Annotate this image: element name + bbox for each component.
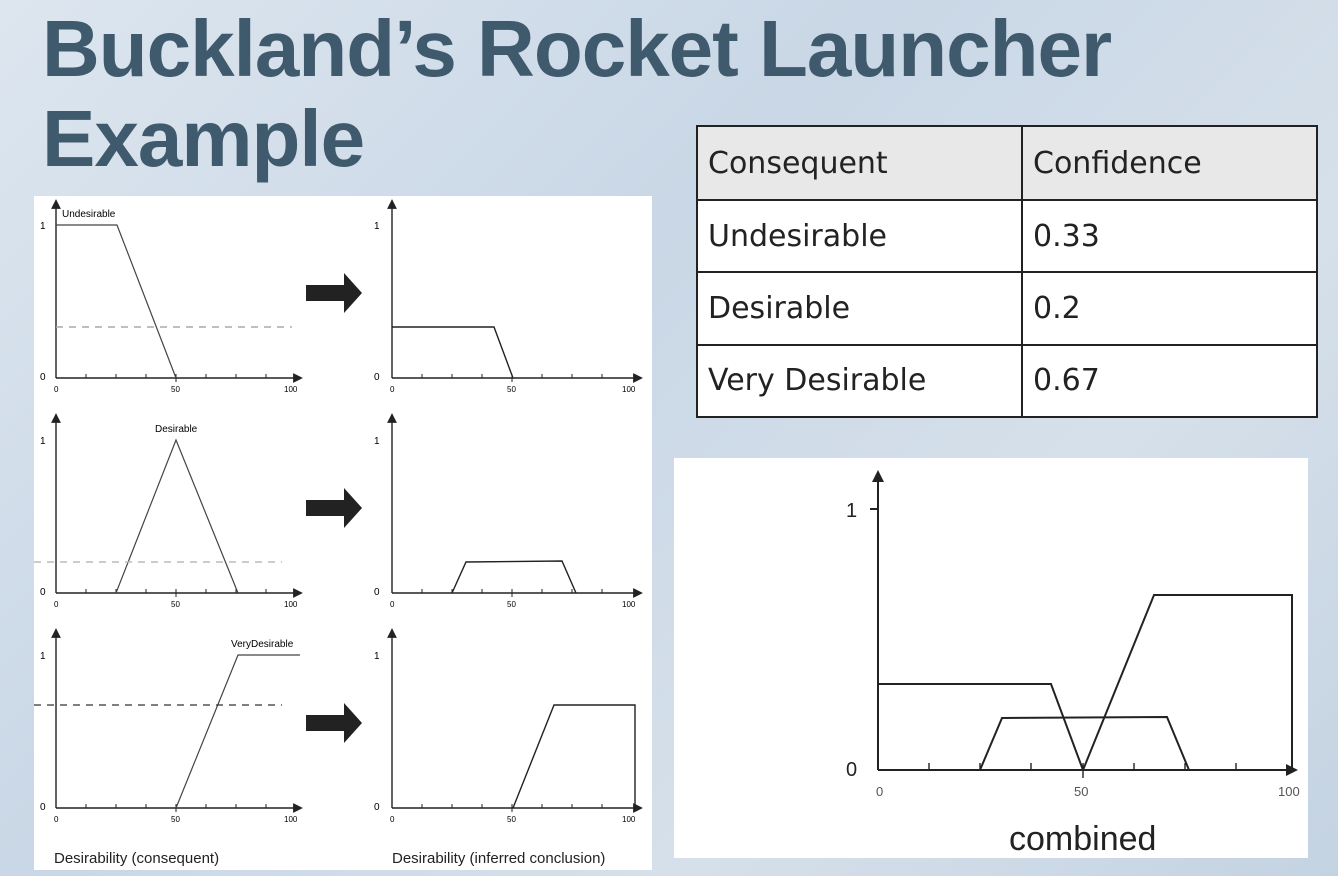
x-tick-100: 100	[284, 600, 298, 609]
x-tick-0: 0	[54, 815, 59, 824]
x-tick-50: 50	[507, 815, 516, 824]
undesirable-label: Undesirable	[62, 209, 116, 220]
y-tick-0: 0	[374, 587, 380, 598]
y-tick-1: 1	[374, 651, 380, 662]
table-cell-consequent: Desirable	[696, 271, 1023, 346]
combined-caption: combined	[1009, 820, 1156, 858]
y-tick-0: 0	[374, 372, 380, 383]
x-tick-50: 50	[507, 385, 516, 394]
x-tick-100: 100	[622, 815, 636, 824]
very-desirable-label: VeryDesirable	[231, 639, 294, 650]
right-caption: Desirability (inferred conclusion)	[392, 850, 605, 867]
x-tick-100: 100	[284, 385, 298, 394]
confidence-table: Consequent Confidence Undesirable 0.33 D…	[696, 124, 1318, 419]
table-cell-consequent: Undesirable	[696, 199, 1023, 274]
arrow-right-icon	[306, 703, 362, 743]
x-tick-100: 100	[622, 600, 636, 609]
x-tick-100: 100	[284, 815, 298, 824]
x-tick-50: 50	[171, 385, 180, 394]
chart-desirable-inferred: 1 0 0 50 100	[374, 413, 643, 609]
y-tick-0: 0	[40, 372, 46, 383]
y-tick-0: 0	[846, 759, 857, 781]
y-tick-1: 1	[374, 221, 380, 232]
x-tick-100: 100	[622, 385, 636, 394]
table-row: Undesirable 0.33	[696, 199, 1318, 274]
x-tick-50: 50	[507, 600, 516, 609]
x-tick-100: 100	[1278, 784, 1300, 799]
chart-combined: 1 0 0 50 100 combined	[846, 470, 1300, 858]
arrow-right-icon	[306, 273, 362, 313]
chart-undesirable-inferred: 1 0 0 50 100	[374, 199, 643, 394]
y-tick-1: 1	[40, 651, 46, 662]
x-tick-0: 0	[54, 600, 59, 609]
column-header-consequent: Consequent	[696, 124, 1023, 202]
chart-very-desirable-inferred: 1 0 0 50 100	[374, 628, 643, 824]
x-tick-50: 50	[171, 815, 180, 824]
table-cell-consequent: Very Desirable	[696, 343, 1023, 419]
table-cell-confidence: 0.33	[1021, 199, 1318, 274]
combined-chart-panel: 1 0 0 50 100 combined	[674, 458, 1308, 858]
y-tick-0: 0	[40, 802, 46, 813]
table-row: Desirable 0.2	[696, 271, 1318, 346]
y-tick-1: 1	[374, 436, 380, 447]
y-tick-1: 1	[846, 500, 857, 522]
membership-function-panel: 1 0 0 50 100 Undesirable 1 0 0 50 100 1	[34, 196, 652, 870]
y-tick-0: 0	[40, 587, 46, 598]
x-tick-0: 0	[390, 600, 395, 609]
x-tick-50: 50	[1074, 784, 1088, 799]
y-tick-0: 0	[374, 802, 380, 813]
chart-very-desirable: 1 0 0 50 100 VeryDesirable	[34, 628, 303, 824]
y-tick-1: 1	[40, 221, 46, 232]
desirable-label: Desirable	[155, 424, 198, 435]
table-header-row: Consequent Confidence	[696, 124, 1318, 202]
chart-undesirable: 1 0 0 50 100 Undesirable	[40, 199, 303, 394]
x-tick-50: 50	[171, 600, 180, 609]
table-cell-confidence: 0.2	[1021, 271, 1318, 346]
x-tick-0: 0	[390, 815, 395, 824]
left-caption: Desirability (consequent)	[54, 850, 219, 867]
column-header-confidence: Confidence	[1021, 124, 1318, 202]
x-tick-0: 0	[54, 385, 59, 394]
y-tick-1: 1	[40, 436, 46, 447]
x-tick-0: 0	[876, 784, 883, 799]
chart-desirable: 1 0 0 50 100 Desirable	[34, 413, 303, 609]
table-row: Very Desirable 0.67	[696, 343, 1318, 419]
table-cell-confidence: 0.67	[1021, 343, 1318, 419]
x-tick-0: 0	[390, 385, 395, 394]
arrow-right-icon	[306, 488, 362, 528]
